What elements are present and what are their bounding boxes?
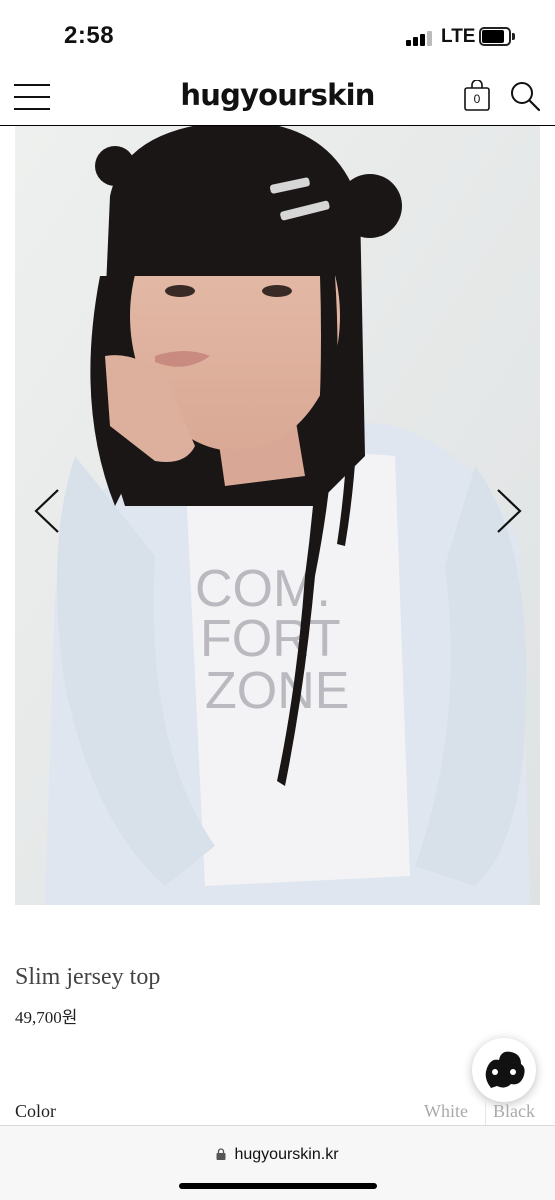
cart-count: 0 (473, 92, 481, 106)
product-photo: COM. FORT ZONE (15, 126, 540, 905)
chat-icon (485, 1051, 525, 1088)
status-time: 2:58 (64, 22, 115, 49)
shirt-print-line3: ZONE (205, 662, 349, 720)
network-type: LTE (441, 26, 476, 47)
address-bar[interactable]: hugyourskin.kr (0, 1146, 555, 1164)
chevron-right-icon (497, 489, 522, 533)
battery-icon (479, 27, 515, 47)
shirt-print-line2: FORT (200, 610, 341, 668)
prev-image-button[interactable] (30, 488, 70, 534)
site-header: hugyourskin 0 (0, 70, 555, 126)
url-text: hugyourskin.kr (234, 1146, 339, 1163)
chat-button[interactable] (472, 1038, 536, 1102)
option-divider (485, 1098, 486, 1126)
browser-bottom-bar: hugyourskin.kr (0, 1125, 555, 1200)
color-option-label: Color (15, 1101, 57, 1121)
cart-button[interactable]: 0 (463, 80, 491, 112)
search-button[interactable] (509, 80, 541, 112)
home-indicator (179, 1183, 377, 1189)
product-name: Slim jersey top (15, 964, 161, 990)
product-price: 49,700원 (15, 1008, 78, 1027)
color-option-black[interactable]: Black (493, 1101, 535, 1122)
search-icon (511, 82, 541, 112)
product-image[interactable]: COM. FORT ZONE (15, 126, 540, 905)
next-image-button[interactable] (490, 488, 530, 534)
chevron-left-icon (34, 489, 59, 533)
lock-icon (216, 1148, 226, 1160)
status-bar: 2:58 LTE (0, 0, 555, 70)
signal-icon (406, 30, 434, 46)
color-option-white[interactable]: White (424, 1101, 468, 1122)
